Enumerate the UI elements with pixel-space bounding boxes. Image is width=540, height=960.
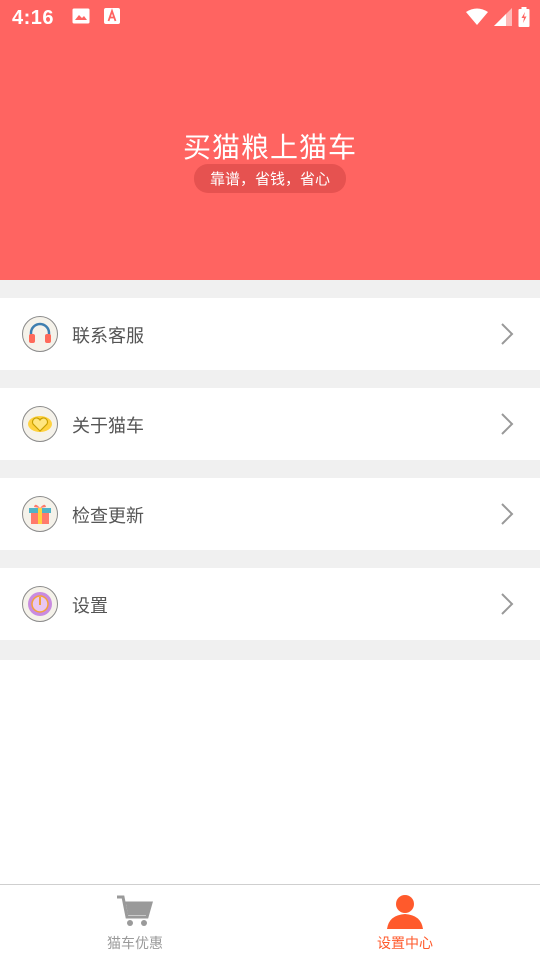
chevron-right-icon [501, 323, 514, 345]
bottom-tab-bar: 猫车优惠 设置中心 [0, 884, 540, 960]
heart-icon [22, 406, 58, 442]
gauge-icon [22, 586, 58, 622]
menu-item-label: 联系客服 [72, 326, 144, 347]
menu-item-settings[interactable]: 设置 [0, 568, 540, 640]
headphones-icon [22, 316, 58, 352]
tab-label: 猫车优惠 [107, 936, 163, 952]
menu-item-contact-support[interactable]: 联系客服 [0, 298, 540, 370]
tab-settings-center[interactable]: 设置中心 [270, 885, 540, 960]
gift-box-icon [22, 496, 58, 532]
menu-item-label: 关于猫车 [72, 416, 144, 437]
image-notification-icon [72, 8, 90, 28]
cart-icon [117, 895, 153, 926]
status-time: 4:16 [12, 6, 55, 29]
hero-title: 买猫粮上猫车 [182, 131, 357, 164]
menu-item-label: 检查更新 [72, 506, 144, 527]
wifi-icon [466, 8, 488, 30]
menu-item-check-update[interactable]: 检查更新 [0, 478, 540, 550]
chevron-right-icon [501, 413, 514, 435]
settings-menu: 联系客服 关于猫车 检查更新 设置 [0, 280, 540, 660]
hero-slogan: 靠谱，省钱，省心 [193, 164, 347, 193]
app-a-notification-icon [104, 8, 121, 28]
chevron-right-icon [501, 503, 514, 525]
user-icon [387, 895, 423, 929]
menu-item-about[interactable]: 关于猫车 [0, 388, 540, 460]
battery-charging-icon [518, 7, 530, 31]
tab-cat-car-deals[interactable]: 猫车优惠 [0, 885, 270, 960]
tab-label: 设置中心 [377, 936, 433, 952]
cell-signal-icon [494, 8, 512, 30]
status-bar: 4:16 [0, 0, 540, 36]
menu-item-label: 设置 [72, 596, 108, 617]
hero-banner: 买猫粮上猫车 靠谱，省钱，省心 [0, 36, 540, 280]
chevron-right-icon [501, 593, 514, 615]
